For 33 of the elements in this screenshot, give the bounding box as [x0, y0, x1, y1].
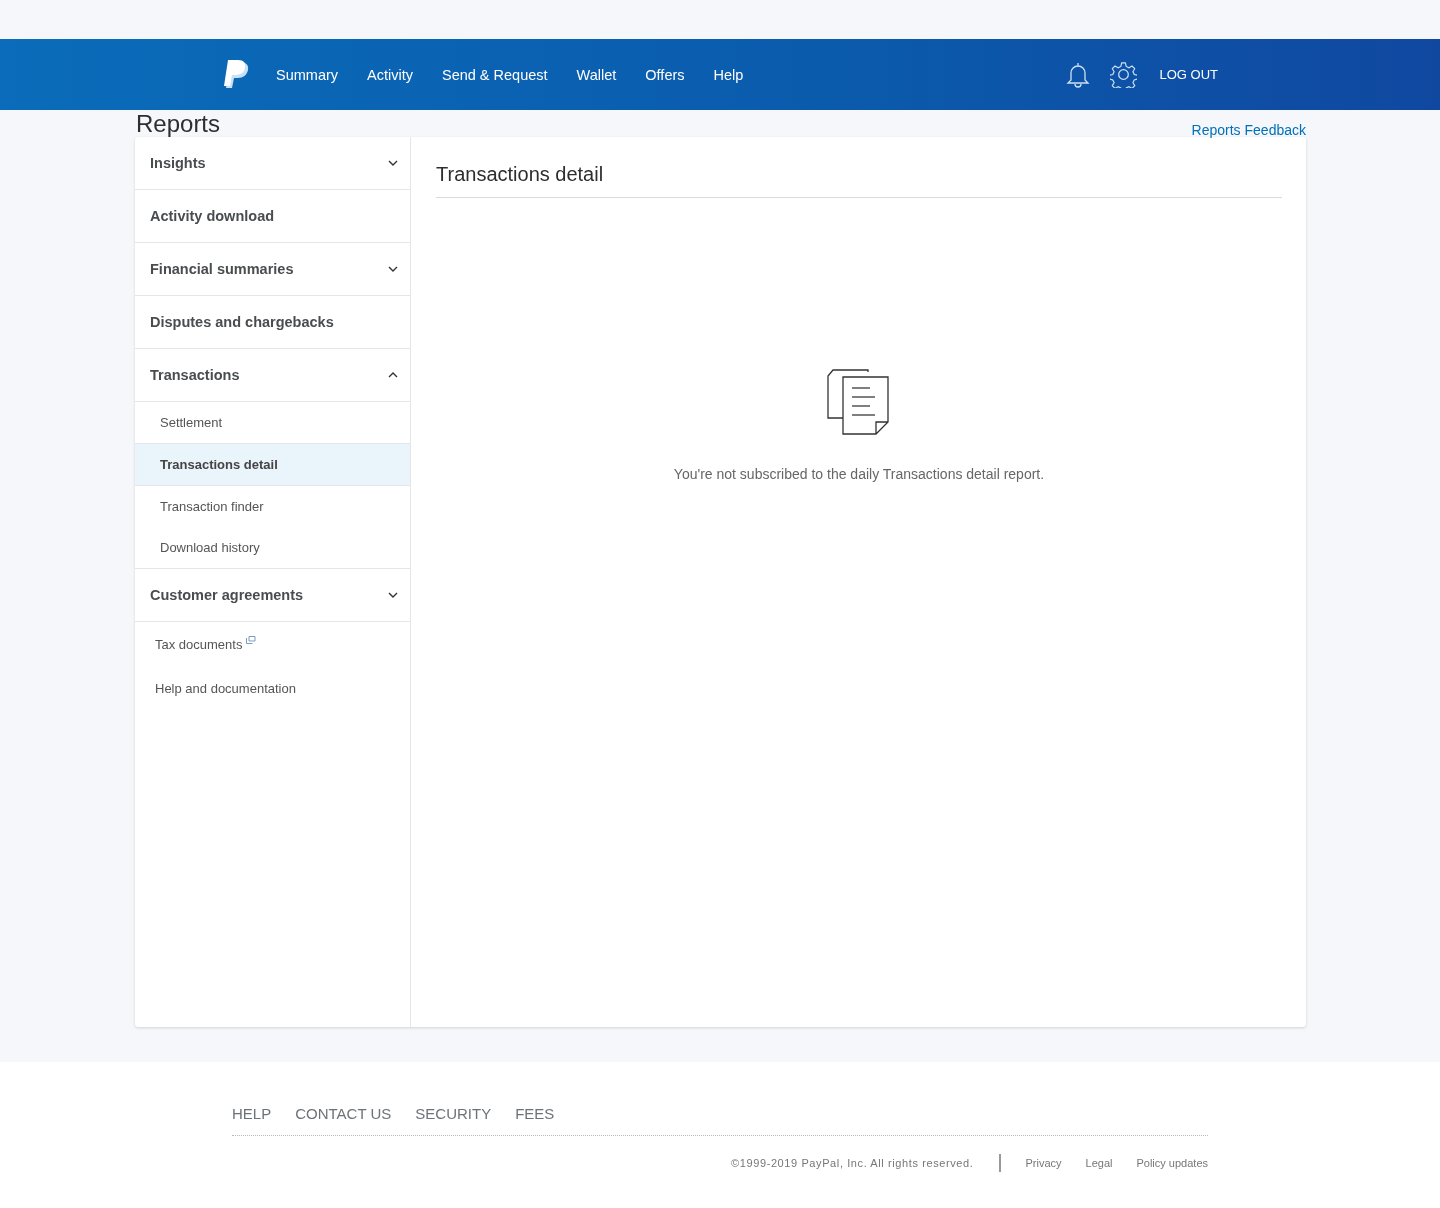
nav-link[interactable]: Wallet	[576, 66, 617, 83]
nav-link[interactable]: Offers	[645, 66, 685, 83]
sidebar-item[interactable]: Disputes and chargebacks	[135, 296, 410, 349]
logo-icon[interactable]	[224, 59, 250, 90]
empty-message: You're not subscribed to the daily Transactions detail report.	[673, 466, 1045, 482]
nav-link[interactable]: Send & Request	[441, 66, 548, 83]
logout-link[interactable]: LOG OUT	[1159, 67, 1218, 82]
section-title: Transactions detail	[436, 137, 1282, 198]
feedback-link[interactable]: Reports Feedback	[1191, 122, 1306, 138]
nav-link[interactable]: Help	[713, 66, 744, 83]
legal-link[interactable]: Privacy	[1025, 1157, 1062, 1169]
legal-link[interactable]: Legal	[1085, 1157, 1113, 1169]
sidebar-subitem[interactable]: Transactions detail	[135, 444, 410, 486]
footer-link[interactable]: FEES	[515, 1105, 555, 1122]
sidebar-item[interactable]: Transactions	[135, 349, 410, 402]
footer-link[interactable]: HELP	[232, 1105, 272, 1122]
footer-link[interactable]: SECURITY	[415, 1105, 492, 1122]
nav-link[interactable]: Activity	[367, 66, 413, 83]
sidebar-item[interactable]: Insights	[135, 137, 410, 190]
nav-link[interactable]: Summary	[276, 66, 339, 83]
copyright-text: ©1999-2019 PayPal, Inc. All rights reserved.	[731, 1157, 974, 1169]
sidebar-subitem[interactable]: Transaction finder	[135, 486, 410, 527]
settings-icon[interactable]	[1110, 61, 1138, 88]
bell-icon[interactable]	[1066, 61, 1091, 88]
sidebar-item[interactable]: Financial summaries	[135, 243, 410, 296]
sidebar-item[interactable]: Customer agreements	[135, 569, 410, 622]
sidebar-subitem[interactable]: Download history	[135, 527, 410, 568]
legal-link[interactable]: Policy updates	[1136, 1157, 1208, 1169]
sidebar-link[interactable]: Help and documentation	[155, 680, 296, 696]
sidebar-link[interactable]: Tax documents	[155, 636, 243, 652]
footer-link[interactable]: CONTACT US	[295, 1105, 392, 1122]
page-title: Reports	[136, 110, 221, 137]
sidebar-item[interactable]: Activity download	[135, 190, 410, 243]
